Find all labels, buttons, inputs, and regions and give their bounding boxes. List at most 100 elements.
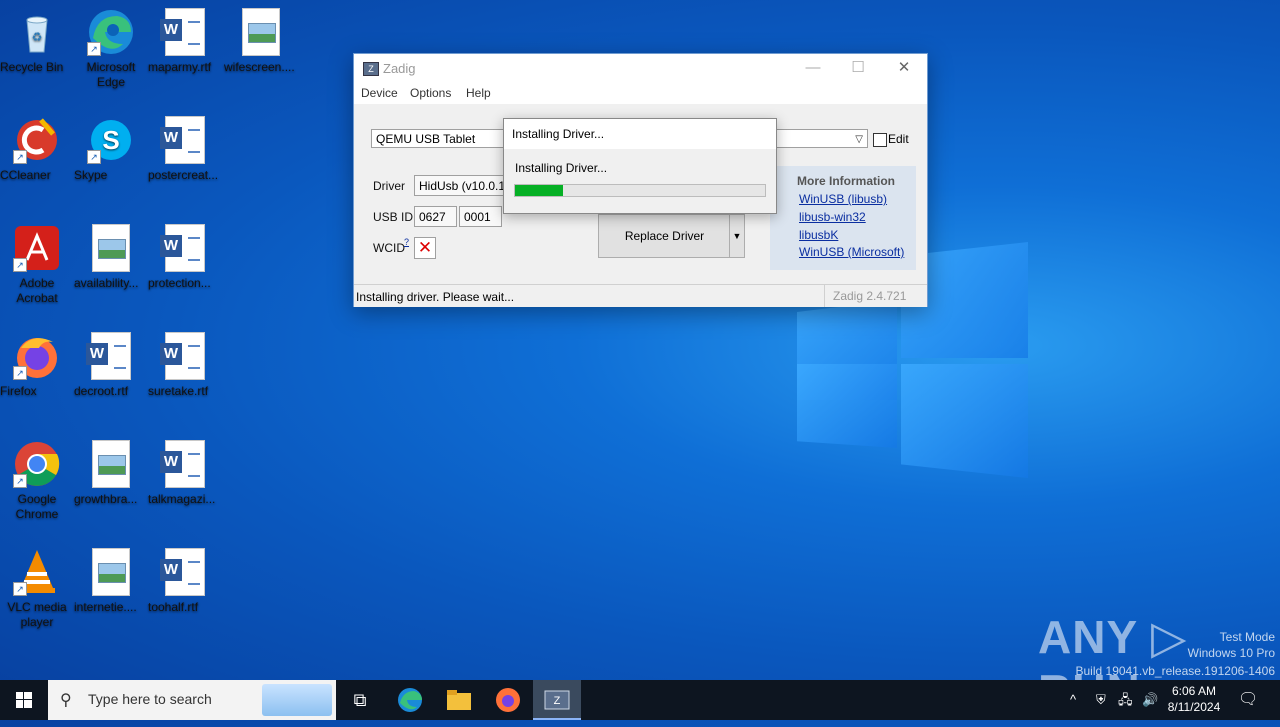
dialog-text: Installing Driver... <box>515 161 608 175</box>
window-title: Zadig <box>383 61 416 76</box>
title-bar[interactable]: Z Zadig — ☐ ✕ <box>354 54 927 84</box>
vlc-icon: ↗ <box>13 548 61 596</box>
firefox-taskbar-icon[interactable] <box>484 680 532 720</box>
desktop-icon-adobe-acrobat[interactable]: ↗ Adobe Acrobat <box>0 224 74 305</box>
more-information-panel: More Information WinUSB (libusb) libusb-… <box>770 166 916 270</box>
clock-date: 8/11/2024 <box>1167 700 1221 714</box>
desktop-icon-skype[interactable]: S ↗ Skype <box>74 116 148 182</box>
replace-driver-button[interactable]: Replace Driver <box>598 214 731 258</box>
skype-icon: S ↗ <box>87 116 135 164</box>
installing-driver-dialog[interactable]: Installing Driver... Installing Driver..… <box>503 118 777 214</box>
status-text: Installing driver. Please wait... <box>356 290 515 304</box>
menu-device[interactable]: Device <box>361 86 398 100</box>
desktop-icon-ccleaner[interactable]: ↗ CCleaner <box>0 116 74 182</box>
maximize-button[interactable]: ☐ <box>835 54 881 84</box>
desktop-icon-microsoft-edge[interactable]: ↗ Microsoft Edge <box>74 8 148 89</box>
edit-label: Edit <box>888 132 909 146</box>
desktop-icon-toohalf[interactable]: W toohalf.rtf <box>148 548 222 614</box>
desktop-icon-recycle-bin[interactable]: ♻ Recycle Bin <box>0 8 74 74</box>
desktop-icon-suretake[interactable]: W suretake.rtf <box>148 332 222 398</box>
shortcut-arrow-icon: ↗ <box>87 42 101 56</box>
usbid-label: USB ID <box>373 210 414 224</box>
search-highlight-image <box>262 684 332 716</box>
taskbar-clock[interactable]: 6:06 AM 8/11/2024 <box>1158 683 1230 715</box>
adobe-acrobat-icon: ↗ <box>13 224 61 272</box>
volume-icon[interactable]: 🔊 <box>1142 680 1158 720</box>
wcid-help-link[interactable]: ? <box>404 237 409 247</box>
taskbar-search-box[interactable]: ⚲ Type here to search <box>48 680 336 720</box>
taskbar: ⚲ Type here to search ⧉ Z ^ ⛨ 🖧 🔊 6:06 A… <box>0 680 1280 720</box>
start-button[interactable] <box>0 680 48 720</box>
word-document-icon: W <box>160 8 205 56</box>
word-document-icon: W <box>86 332 131 380</box>
status-bar: Installing driver. Please wait... Zadig … <box>354 284 927 307</box>
svg-text:♻: ♻ <box>32 30 43 44</box>
version-text: Zadig 2.4.721 <box>824 285 906 307</box>
word-document-icon: W <box>160 116 205 164</box>
word-document-icon: W <box>160 332 205 380</box>
desktop-icon-talkmagazi[interactable]: W talkmagazi... <box>148 440 222 506</box>
windows-start-icon <box>16 692 32 708</box>
chevron-down-icon[interactable]: ▼ <box>729 214 745 258</box>
desktop-icon-postercreat[interactable]: W postercreat... <box>148 116 222 182</box>
usbid-product-field: 0001 <box>459 206 502 227</box>
close-button[interactable]: ✕ <box>881 54 927 84</box>
notifications-icon[interactable]: 🗨 <box>1238 680 1258 720</box>
word-document-icon: W <box>160 224 205 272</box>
minimize-button[interactable]: — <box>790 54 836 84</box>
desktop-icon-wifescreen[interactable]: wifescreen.... <box>224 8 298 74</box>
image-file-icon <box>242 8 280 56</box>
device-select-value: QEMU USB Tablet <box>376 132 476 146</box>
edge-taskbar-icon[interactable] <box>386 680 434 720</box>
menu-options[interactable]: Options <box>410 86 451 100</box>
file-explorer-icon[interactable] <box>435 680 483 720</box>
search-icon: ⚲ <box>60 692 72 709</box>
desktop-icon-decroot[interactable]: W decroot.rtf <box>74 332 148 398</box>
network-icon[interactable]: 🖧 <box>1118 680 1133 720</box>
task-view-icon[interactable]: ⧉ <box>336 680 384 720</box>
clock-time: 6:06 AM <box>1171 684 1217 698</box>
edge-icon: ↗ <box>87 8 135 56</box>
shortcut-arrow-icon: ↗ <box>13 582 27 596</box>
desktop-icon-internetie[interactable]: internetie.... <box>74 548 148 614</box>
dialog-title: Installing Driver... <box>504 119 776 149</box>
progress-fill <box>515 185 563 196</box>
build-text: Build 19041.vb_release.191206-1406 <box>1075 664 1276 678</box>
desktop-icon-protection[interactable]: W protection... <box>148 224 222 290</box>
driver-field: HidUsb (v10.0.19 <box>414 175 506 196</box>
driver-label: Driver <box>373 179 405 193</box>
recycle-bin-icon: ♻ <box>13 8 61 56</box>
link-libusb-win32[interactable]: libusb-win32 <box>799 210 866 224</box>
shortcut-arrow-icon: ↗ <box>87 150 101 164</box>
desktop-icon-google-chrome[interactable]: ↗ Google Chrome <box>0 440 74 521</box>
desktop-icon-firefox[interactable]: ↗ Firefox <box>0 332 74 398</box>
svg-text:S: S <box>102 125 119 155</box>
image-file-icon <box>92 548 130 596</box>
word-document-icon: W <box>160 548 205 596</box>
firefox-icon: ↗ <box>13 332 61 380</box>
chrome-icon: ↗ <box>13 440 61 488</box>
desktop-icon-vlc[interactable]: ↗ VLC media player <box>0 548 74 629</box>
security-icon[interactable]: ⛨ <box>1096 680 1106 720</box>
desktop-icon-maparmy[interactable]: W maparmy.rtf <box>148 8 222 74</box>
word-document-icon: W <box>160 440 205 488</box>
windows-edition-text: Windows 10 Pro <box>1187 646 1275 660</box>
shortcut-arrow-icon: ↗ <box>13 474 27 488</box>
svg-text:Z: Z <box>554 695 561 707</box>
shortcut-arrow-icon: ↗ <box>13 366 27 380</box>
test-mode-text: Test Mode <box>1219 630 1275 644</box>
desktop-icon-growthbra[interactable]: growthbra... <box>74 440 148 506</box>
more-information-heading: More Information <box>797 174 895 188</box>
zadig-taskbar-icon[interactable]: Z <box>533 680 581 720</box>
image-file-icon <box>92 440 130 488</box>
menu-bar: Device Options Help <box>354 84 927 104</box>
shortcut-arrow-icon: ↗ <box>13 150 27 164</box>
edit-checkbox[interactable] <box>873 133 887 147</box>
chevron-down-icon: ▽ <box>855 134 863 145</box>
link-libusbk[interactable]: libusbK <box>799 228 838 242</box>
link-winusb-microsoft[interactable]: WinUSB (Microsoft) <box>799 245 904 259</box>
show-hidden-icons-chevron-icon[interactable]: ^ <box>1070 680 1076 720</box>
desktop-icon-availability[interactable]: availability... <box>74 224 148 290</box>
link-winusb-libusb[interactable]: WinUSB (libusb) <box>799 192 887 206</box>
menu-help[interactable]: Help <box>466 86 491 100</box>
